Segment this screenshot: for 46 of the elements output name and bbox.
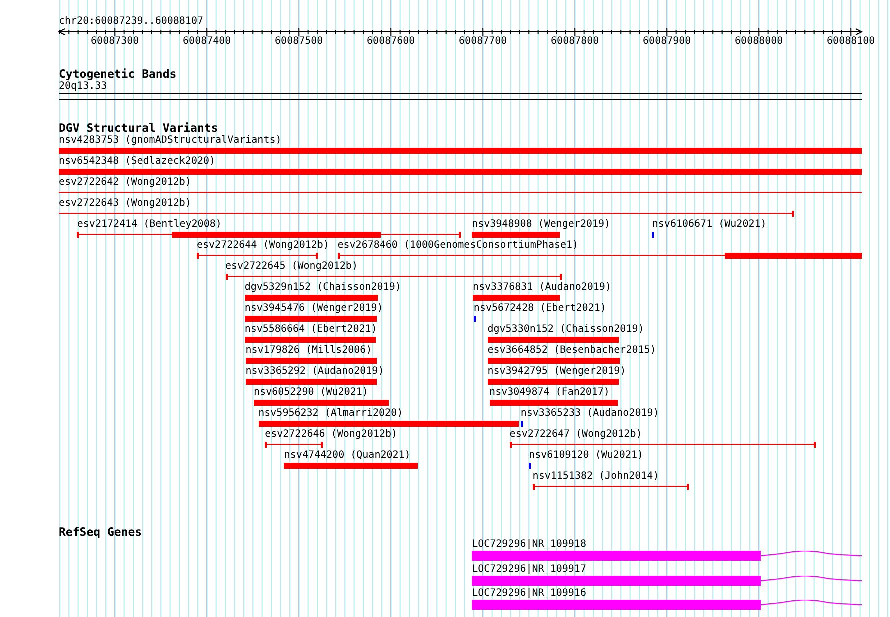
variant-label: esv2172414 (Bentley2008)	[77, 219, 222, 231]
tick-label: 60087900	[643, 36, 692, 48]
variant-label: nsv3942795 (Wenger2019)	[488, 366, 626, 378]
variant-label: nsv3948908 (Wenger2019)	[472, 219, 611, 231]
gene-label: LOC729296|NR_109917	[472, 564, 586, 576]
variant-label: nsv3376831 (Audano2019)	[473, 282, 612, 294]
variant-label: esv2722643 (Wong2012b)	[59, 198, 192, 210]
variant-label: nsv3365292 (Audano2019)	[246, 366, 384, 378]
variant-label: nsv3365233 (Audano2019)	[520, 408, 660, 420]
track-title: RefSeq Genes	[59, 526, 142, 539]
variant-label: esv2722647 (Wong2012b)	[510, 429, 642, 441]
variant-label: nsv3049874 (Fan2017)	[490, 387, 610, 399]
tick-label: 60087400	[183, 36, 232, 48]
variant-label: esv2722642 (Wong2012b)	[59, 177, 192, 189]
variant-label: nsv6542348 (Sedlazeck2020)	[59, 156, 216, 168]
variant-label: nsv6109120 (Wu2021)	[529, 450, 644, 462]
variant-label: nsv3945476 (Wenger2019)	[244, 303, 384, 315]
tick-label: 60087600	[367, 36, 416, 48]
variant-label: nsv5586664 (Ebert2021)	[244, 324, 378, 336]
track-title: Cytogenetic Bands	[59, 68, 177, 81]
variant-label: dgv5330n152 (Chaisson2019)	[488, 324, 644, 336]
variant-label: nsv5672428 (Ebert2021)	[474, 303, 606, 315]
variant-label: esv3664852 (Besenbacher2015)	[488, 345, 656, 357]
variant-label: nsv4283753 (gnomADStructuralVariants)	[59, 135, 282, 147]
track-title: DGV Structural Variants	[59, 122, 218, 135]
variant-label: nsv6052290 (Wu2021)	[254, 387, 368, 399]
band-label: 20q13.33	[59, 81, 108, 93]
tick-label: 60087300	[91, 36, 140, 48]
variant-label: nsv179826 (Mills2006)	[246, 345, 372, 357]
variant-label: esv2722645 (Wong2012b)	[226, 261, 358, 273]
tick-label: 60087700	[459, 36, 508, 48]
variant-label: nsv4744200 (Quan2021)	[284, 450, 411, 462]
variant-label: esv2722644 (Wong2012b)	[197, 240, 330, 252]
tick-label: 60088000	[735, 36, 784, 48]
tick-label: 60087800	[551, 36, 600, 48]
variant-label: nsv5956232 (Almarri2020)	[258, 408, 404, 420]
tick-label: 60088100	[827, 36, 876, 48]
tick-label: 60087500	[275, 36, 324, 48]
variant-label: nsv1151382 (John2014)	[532, 471, 660, 483]
gene-label: LOC729296|NR_109916	[472, 588, 586, 600]
variant-label: nsv6106671 (Wu2021)	[652, 219, 767, 231]
variant-label: dgv5329n152 (Chaisson2019)	[244, 282, 402, 294]
variant-label: esv2678460 (1000GenomesConsortiumPhase1)	[338, 240, 579, 252]
location-label: chr20:60087239..60088107	[59, 16, 204, 28]
gene-label: LOC729296|NR_109918	[472, 539, 586, 551]
variant-label: esv2722646 (Wong2012b)	[265, 429, 398, 441]
